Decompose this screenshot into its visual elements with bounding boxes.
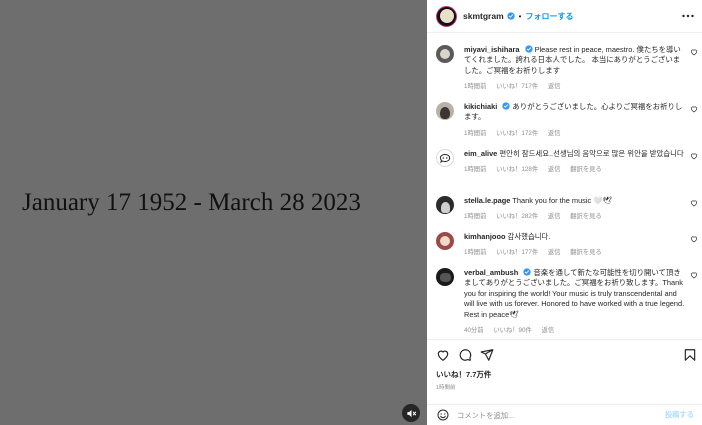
like-comment-heart-icon[interactable] (690, 235, 698, 243)
instagram-post-view: January 17 1952 - March 28 2023 skmtgram… (0, 0, 702, 425)
comment-text-line: stella.le.page Thank you for the music 🤍… (464, 196, 686, 206)
comment-time: 1時間前 (464, 83, 487, 91)
commenter-avatar-image (440, 107, 450, 119)
reply-button[interactable]: 返信 (548, 249, 561, 256)
verified-badge-icon (523, 268, 531, 276)
reply-button[interactable]: 返信 (548, 213, 561, 220)
comment-meta: 1時間前 いいね！128件 返信 翻訳を見る (464, 164, 686, 173)
like-comment-heart-icon[interactable] (690, 48, 698, 56)
reply-button[interactable]: 返信 (548, 130, 561, 137)
comment-meta: 1時間前 いいね！172件 返信 (464, 128, 686, 137)
verified-badge-icon (524, 45, 533, 53)
commenter-avatar[interactable] (436, 45, 454, 63)
like-comment-heart-icon[interactable] (690, 199, 698, 207)
author-username[interactable]: skmtgram (463, 11, 504, 21)
commenter-avatar[interactable] (436, 149, 454, 167)
comment-time: 40分前 (464, 327, 484, 335)
comment-username[interactable]: kimhanjooo (464, 232, 505, 241)
reply-button[interactable]: 返信 (548, 166, 561, 173)
verified-badge-icon (506, 12, 515, 20)
comments-list[interactable]: miyavi_ishihara Please rest in peace, ma… (427, 34, 702, 339)
post-header: skmtgram • フォローする (427, 0, 702, 33)
comment-likes[interactable]: いいね！90件 (493, 327, 532, 334)
comment-likes[interactable]: いいね！172件 (496, 130, 538, 137)
translate-button[interactable]: 翻訳を見る (570, 213, 601, 220)
commenter-avatar[interactable] (436, 232, 454, 250)
media-caption-text: January 17 1952 - March 28 2023 (22, 189, 361, 216)
commenter-avatar[interactable] (436, 102, 454, 120)
post-actions: いいね！7.7万件 1時間前 (427, 339, 702, 407)
comment-body: kikichiaki ありがとうございました。心よりご冥福をお祈りします。 1時… (464, 102, 686, 137)
reply-button[interactable]: 返信 (542, 327, 555, 334)
comment-likes[interactable]: いいね！128件 (496, 166, 538, 173)
audio-toggle-button[interactable] (402, 404, 420, 422)
commenter-avatar[interactable] (436, 268, 454, 286)
comment-meta: 1時間前 いいね！717件 返信 (464, 81, 686, 90)
post-side-panel: skmtgram • フォローする miyavi_ishihara Please… (427, 0, 702, 425)
comment-text: ありがとうございました。心よりご冥福をお祈りします。 (464, 102, 683, 122)
comment-text: 감사했습니다. (507, 232, 551, 241)
like-comment-heart-icon[interactable] (690, 271, 698, 279)
comment-body: eim_alive 편안히 잠드세요..선생님의 음악으로 많은 위안을 받았습… (464, 149, 686, 173)
comment-text-line: miyavi_ishihara Please rest in peace, ma… (464, 45, 686, 76)
translate-button[interactable]: 翻訳を見る (570, 166, 601, 173)
commenter-avatar-image (440, 236, 450, 246)
comment-body: miyavi_ishihara Please rest in peace, ma… (464, 45, 686, 90)
comment-time: 1時間前 (464, 213, 487, 221)
comment-text-line: verbal_ambush 音楽を通して新たな可能性を切り開いて頂きましてありが… (464, 268, 686, 320)
translate-button[interactable]: 翻訳を見る (570, 249, 601, 256)
comment-input[interactable] (457, 410, 647, 420)
post-likes-count[interactable]: いいね！7.7万件 (436, 369, 491, 380)
emoji-icon[interactable] (437, 409, 449, 421)
add-comment-bar: 投稿する (427, 404, 702, 425)
follow-button[interactable]: フォローする (525, 11, 573, 22)
commenter-avatar-image (440, 49, 450, 59)
comment-meta: 1時間前 いいね！282件 返信 翻訳を見る (464, 211, 686, 220)
post-media[interactable]: January 17 1952 - March 28 2023 (0, 0, 427, 425)
speaker-muted-icon (406, 409, 416, 417)
post-time[interactable]: 1時間前 (436, 383, 456, 391)
comment-likes[interactable]: いいね！717件 (496, 83, 538, 90)
more-options-icon[interactable] (682, 11, 694, 21)
comment-body: verbal_ambush 音楽を通して新たな可能性を切り開いて頂きましてありが… (464, 268, 686, 334)
author-avatar-image (439, 9, 454, 23)
comment-username[interactable]: kikichiaki (464, 102, 497, 111)
author-avatar[interactable] (436, 5, 457, 27)
comment-likes[interactable]: いいね！177件 (496, 249, 538, 256)
comment-text-line: kimhanjooo 감사했습니다. (464, 232, 686, 242)
post-comment-button[interactable]: 投稿する (665, 410, 694, 420)
comment-username[interactable]: eim_alive (464, 149, 497, 158)
comment-text: 편안히 잠드세요..선생님의 음악으로 많은 위안을 받았습니다 (499, 149, 684, 158)
header-separator: • (518, 11, 522, 21)
comment-username[interactable]: verbal_ambush (464, 268, 518, 277)
commenter-avatar-image (440, 202, 450, 213)
comment-body: kimhanjooo 감사했습니다. 1時間前 いいね！177件 返信 翻訳を見… (464, 232, 686, 256)
comment-text-line: kikichiaki ありがとうございました。心よりご冥福をお祈りします。 (464, 102, 686, 123)
comment-time: 1時間前 (464, 129, 487, 137)
share-paper-plane-icon[interactable] (480, 348, 494, 362)
comment-likes[interactable]: いいね！282件 (496, 213, 538, 220)
comment-body: stella.le.page Thank you for the music 🤍… (464, 196, 686, 220)
commenter-avatar-image (439, 272, 451, 282)
verified-badge-icon (502, 102, 511, 110)
like-comment-heart-icon[interactable] (690, 152, 698, 160)
comment-text-line: eim_alive 편안히 잠드세요..선생님의 음악으로 많은 위안을 받았습… (464, 149, 686, 159)
comment-meta: 40分前 いいね！90件 返信 (464, 325, 686, 334)
like-heart-icon[interactable] (436, 348, 450, 362)
eim-logo-icon (439, 154, 451, 164)
commenter-avatar[interactable] (436, 196, 454, 214)
comment-text: Thank you for the music 🤍🕊 (512, 196, 612, 205)
like-comment-heart-icon[interactable] (690, 105, 698, 113)
comment-username[interactable]: stella.le.page (464, 196, 510, 205)
save-bookmark-icon[interactable] (683, 348, 697, 362)
comment-bubble-icon[interactable] (458, 348, 472, 362)
comment-username[interactable]: miyavi_ishihara (464, 45, 519, 54)
reply-button[interactable]: 返信 (548, 83, 561, 90)
comment-meta: 1時間前 いいね！177件 返信 翻訳を見る (464, 247, 686, 256)
comment-time: 1時間前 (464, 166, 487, 174)
comment-time: 1時間前 (464, 249, 487, 257)
